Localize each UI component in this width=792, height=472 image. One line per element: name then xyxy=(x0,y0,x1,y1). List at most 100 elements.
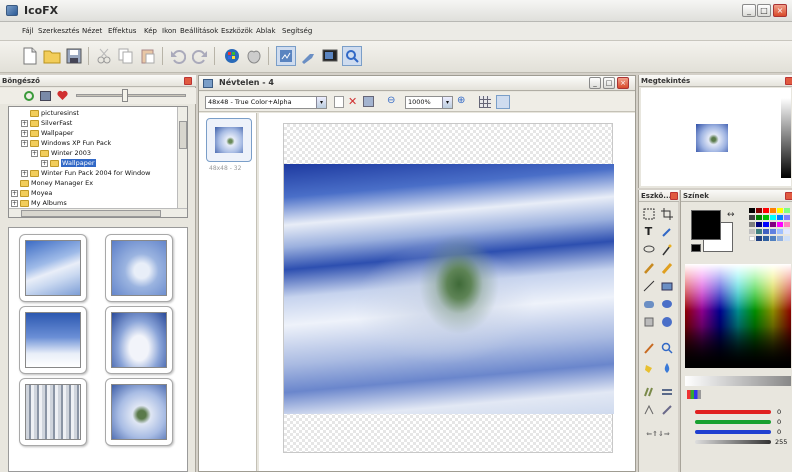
menu-image[interactable]: Kép xyxy=(144,27,157,35)
menu-tools[interactable]: Eszközök xyxy=(221,27,253,35)
maximize-button[interactable]: □ xyxy=(757,4,771,17)
text-icon[interactable]: T xyxy=(641,224,656,239)
rgb-mode-icon[interactable] xyxy=(687,390,701,399)
doc-minimize-button[interactable]: _ xyxy=(589,77,601,89)
expand-toggle-icon[interactable]: + xyxy=(11,189,18,197)
expand-toggle-icon[interactable]: + xyxy=(21,119,28,127)
expand-toggle-icon[interactable]: + xyxy=(21,129,28,137)
color-spectrum[interactable] xyxy=(685,264,791,368)
green-slider[interactable] xyxy=(695,420,771,424)
pencil-icon[interactable] xyxy=(641,260,656,275)
tree-horizontal-scrollbar[interactable] xyxy=(9,208,187,217)
gray-ramp[interactable] xyxy=(685,376,791,386)
view-icon[interactable] xyxy=(40,91,51,101)
menu-file[interactable]: Fájl xyxy=(22,27,34,35)
menu-effects[interactable]: Effektus xyxy=(108,27,136,35)
menu-view[interactable]: Nézet xyxy=(82,27,102,35)
ellipse-icon[interactable] xyxy=(659,296,674,311)
undo-icon[interactable] xyxy=(168,46,188,66)
tree-item[interactable]: Money Manager Ex xyxy=(11,179,93,187)
tool-c-icon[interactable] xyxy=(320,46,340,66)
menu-edit[interactable]: Szerkesztés xyxy=(38,27,79,35)
tool-d-icon[interactable] xyxy=(342,46,362,66)
expand-toggle-icon[interactable]: + xyxy=(31,149,38,157)
move-arrows-icon[interactable]: ⇐⇑⇓⇒ xyxy=(641,426,675,441)
zoom-select[interactable]: 1000% ▾ xyxy=(405,96,453,109)
primary-color-swatch[interactable] xyxy=(691,210,721,240)
menu-icon[interactable]: Ikon xyxy=(162,27,177,35)
select-icon[interactable] xyxy=(641,206,656,221)
sharpen-icon[interactable] xyxy=(641,402,656,417)
ruler-icon[interactable] xyxy=(496,95,510,109)
alpha-slider[interactable] xyxy=(695,440,771,444)
gradient-icon[interactable] xyxy=(659,314,674,329)
reset-colors-icon[interactable] xyxy=(691,244,701,252)
menu-settings[interactable]: Beállítások xyxy=(180,27,218,35)
expand-toggle-icon[interactable]: + xyxy=(41,159,48,167)
tree-item[interactable]: + Wallpaper xyxy=(21,129,74,137)
bucket-icon[interactable] xyxy=(641,360,656,375)
color-palette[interactable] xyxy=(749,208,792,256)
doc-close-button[interactable]: × xyxy=(617,77,629,89)
line-icon[interactable] xyxy=(641,278,656,293)
windows-icon[interactable] xyxy=(222,46,242,66)
apple-icon[interactable] xyxy=(244,46,264,66)
tree-item[interactable]: + Wallpaper xyxy=(41,159,96,167)
thumbnail-size-slider[interactable] xyxy=(76,94,186,97)
image-properties-icon[interactable] xyxy=(363,96,374,107)
blur-icon[interactable] xyxy=(659,384,674,399)
thumbnail-wallpaper-6[interactable] xyxy=(105,378,173,446)
fill-icon[interactable] xyxy=(641,314,656,329)
tree-item[interactable]: picturesinst xyxy=(21,109,79,117)
save-icon[interactable] xyxy=(64,46,84,66)
open-icon[interactable] xyxy=(42,46,62,66)
format-select[interactable]: 48x48 - True Color+Alpha ▾ xyxy=(205,96,327,109)
editing-canvas[interactable] xyxy=(283,123,614,453)
browser-close-button[interactable] xyxy=(184,77,192,85)
refresh-icon[interactable] xyxy=(24,91,34,101)
new-image-icon[interactable] xyxy=(334,96,344,108)
magic-wand-icon[interactable] xyxy=(659,242,674,257)
tree-item[interactable]: + SilverFast xyxy=(21,119,72,127)
close-button[interactable]: × xyxy=(773,4,787,17)
thumbnail-wallpaper-2[interactable] xyxy=(105,234,173,302)
tree-item[interactable]: + Winter 2003 xyxy=(31,149,91,157)
tool-b-icon[interactable] xyxy=(298,46,318,66)
doc-restore-button[interactable]: □ xyxy=(603,77,615,89)
thumbnail-wallpaper-4[interactable] xyxy=(105,306,173,374)
expand-toggle-icon[interactable]: + xyxy=(21,169,28,177)
grid-icon[interactable] xyxy=(479,96,491,108)
tree-item[interactable]: + Winter Fun Pack 2004 for Window xyxy=(21,169,150,177)
tree-hscroll-thumb[interactable] xyxy=(21,210,161,217)
zoom-tool-icon[interactable] xyxy=(659,340,674,355)
favorites-icon[interactable] xyxy=(57,90,68,101)
paste-icon[interactable] xyxy=(138,46,158,66)
delete-image-icon[interactable]: ✕ xyxy=(348,95,357,108)
swap-colors-icon[interactable]: ↔ xyxy=(727,210,735,220)
blue-slider[interactable] xyxy=(695,430,771,434)
thumbnail-wallpaper-1[interactable] xyxy=(19,234,87,302)
minimize-button[interactable]: _ xyxy=(742,4,756,17)
menu-window[interactable]: Ablak xyxy=(256,27,276,35)
icon-format-item[interactable] xyxy=(206,118,252,162)
crop-icon[interactable] xyxy=(659,206,674,221)
tree-item[interactable]: + My Albums xyxy=(11,199,67,207)
thumbnail-wallpaper-5[interactable] xyxy=(19,378,87,446)
new-icon[interactable] xyxy=(20,46,40,66)
smudge-icon[interactable] xyxy=(641,384,656,399)
tree-scroll-thumb[interactable] xyxy=(179,121,187,149)
brush-icon[interactable] xyxy=(659,260,674,275)
rectangle-icon[interactable] xyxy=(659,278,674,293)
expand-toggle-icon[interactable]: + xyxy=(11,199,18,207)
tools-close-button[interactable] xyxy=(670,192,678,200)
menu-help[interactable]: Segítség xyxy=(282,27,312,35)
expand-toggle-icon[interactable]: + xyxy=(21,139,28,147)
cut-icon[interactable] xyxy=(94,46,114,66)
slider-thumb[interactable] xyxy=(122,89,128,102)
drop-icon[interactable] xyxy=(659,360,674,375)
copy-icon[interactable] xyxy=(116,46,136,66)
eyedropper-icon[interactable] xyxy=(659,224,674,239)
rounded-rect-icon[interactable] xyxy=(641,296,656,311)
tool-a-icon[interactable] xyxy=(276,46,296,66)
tree-vertical-scrollbar[interactable] xyxy=(177,107,187,208)
